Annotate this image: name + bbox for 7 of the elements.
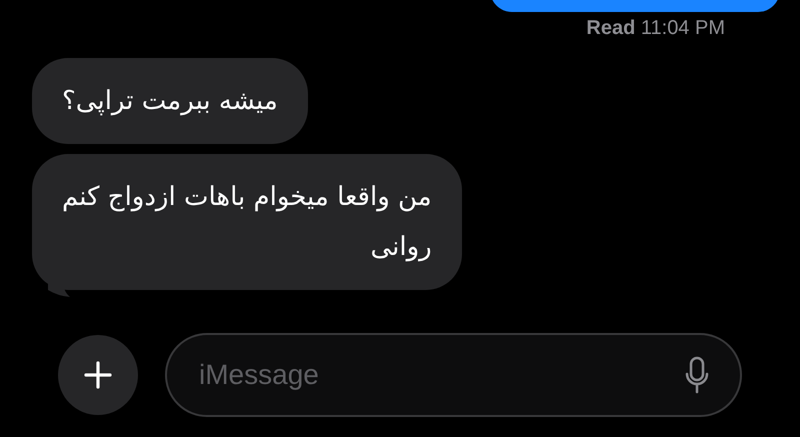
read-receipt: Read 11:04 PM — [586, 17, 725, 40]
plus-icon — [83, 360, 113, 390]
message-bubble: من واقعا میخوام باهات ازدواج کنم روانی — [32, 154, 462, 290]
microphone-icon[interactable] — [684, 355, 710, 395]
message-field[interactable]: iMessage — [165, 333, 742, 417]
message-bubble: میشه ببرمت تراپی؟ — [32, 58, 308, 144]
message-input[interactable]: iMessage — [197, 358, 684, 392]
